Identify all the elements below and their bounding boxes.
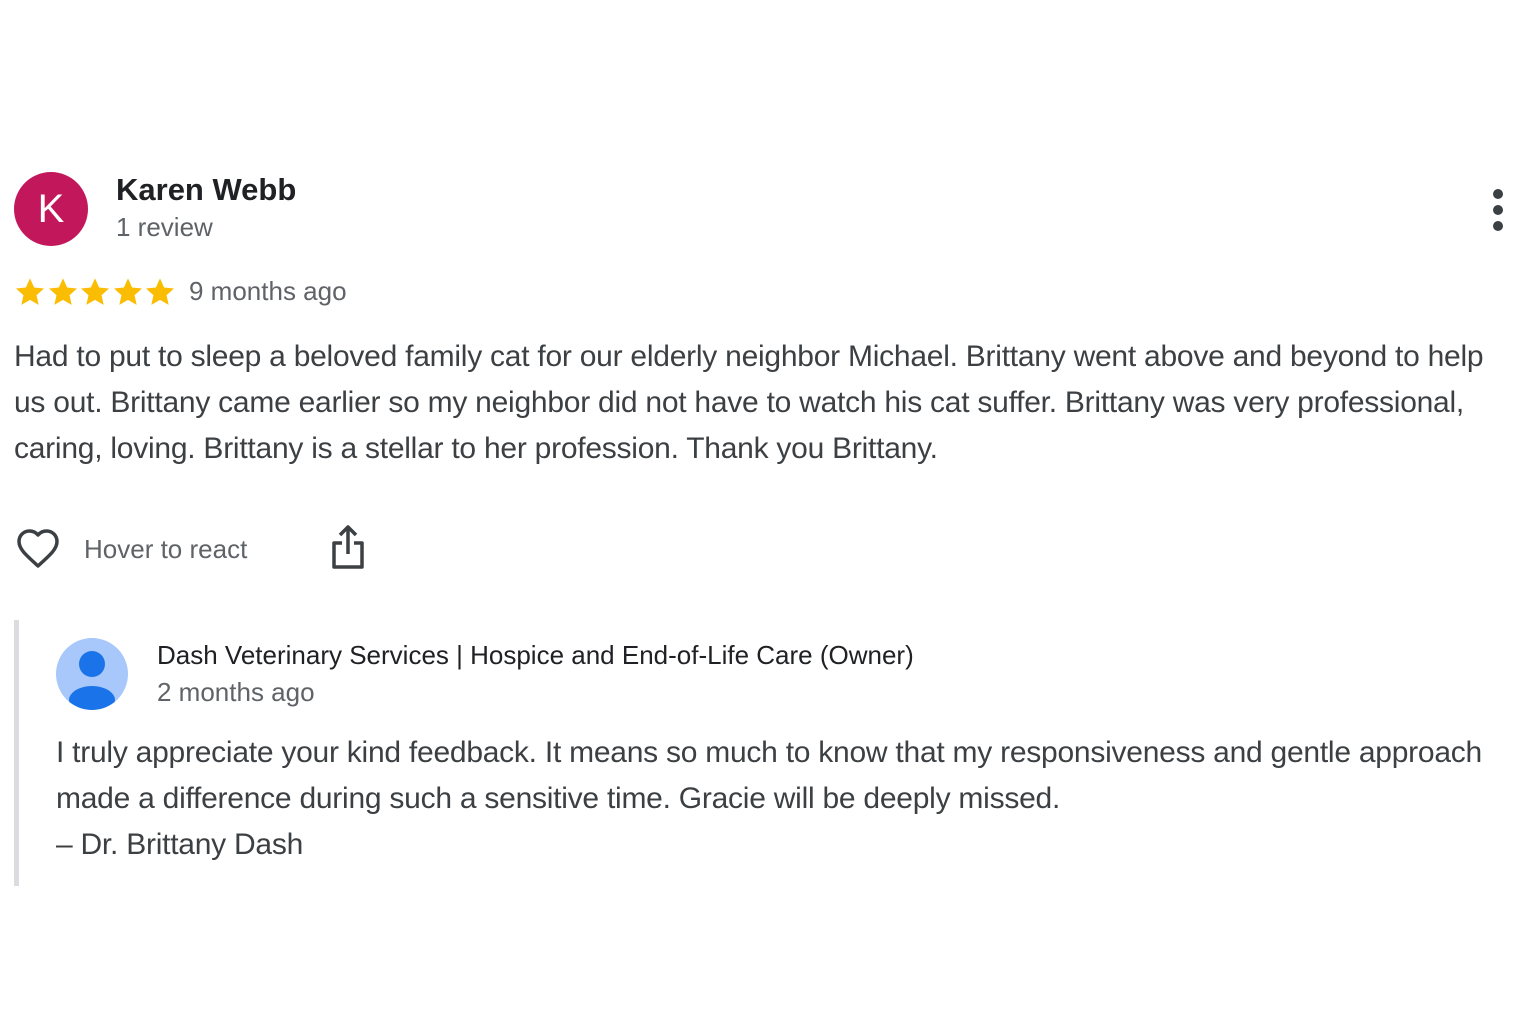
review-date: 9 months ago — [189, 276, 347, 306]
owner-reply: Dash Veterinary Services | Hospice and E… — [14, 620, 1524, 886]
rating-row: 9 months ago — [14, 274, 1524, 314]
reviewer-avatar[interactable]: K — [14, 172, 88, 246]
star-icon — [146, 278, 174, 305]
owner-reply-date: 2 months ago — [157, 677, 315, 707]
react-button[interactable]: Hover to react — [14, 524, 247, 574]
owner-reply-signature: – Dr. Brittany Dash — [56, 828, 304, 861]
star-rating — [14, 276, 177, 310]
owner-reply-line: I truly appreciate your kind feedback. I… — [56, 736, 1482, 815]
owner-avatar — [56, 638, 128, 710]
review-text: Had to put to sleep a beloved family cat… — [14, 340, 1484, 465]
review-card: K Karen Webb 1 review 9 months ago Had t… — [14, 170, 1524, 584]
more-vert-icon — [1493, 189, 1503, 231]
person-icon — [69, 651, 115, 710]
reviewer-header: K Karen Webb 1 review — [14, 170, 1524, 250]
heart-outline-icon — [17, 529, 59, 568]
more-options-button[interactable] — [1486, 188, 1510, 232]
reviewer-name[interactable]: Karen Webb — [116, 172, 296, 208]
share-icon — [332, 525, 364, 569]
star-icon — [113, 278, 142, 305]
star-icon — [81, 278, 109, 305]
owner-name: Dash Veterinary Services | Hospice and E… — [157, 640, 914, 670]
star-icon — [48, 278, 77, 305]
star-icon — [16, 278, 44, 305]
review-actions: Hover to react — [14, 524, 1524, 584]
share-button[interactable] — [330, 523, 366, 571]
owner-reply-text: I truly appreciate your kind feedback. I… — [56, 730, 1516, 868]
react-label: Hover to react — [84, 533, 248, 564]
reviewer-review-count: 1 review — [116, 212, 213, 242]
